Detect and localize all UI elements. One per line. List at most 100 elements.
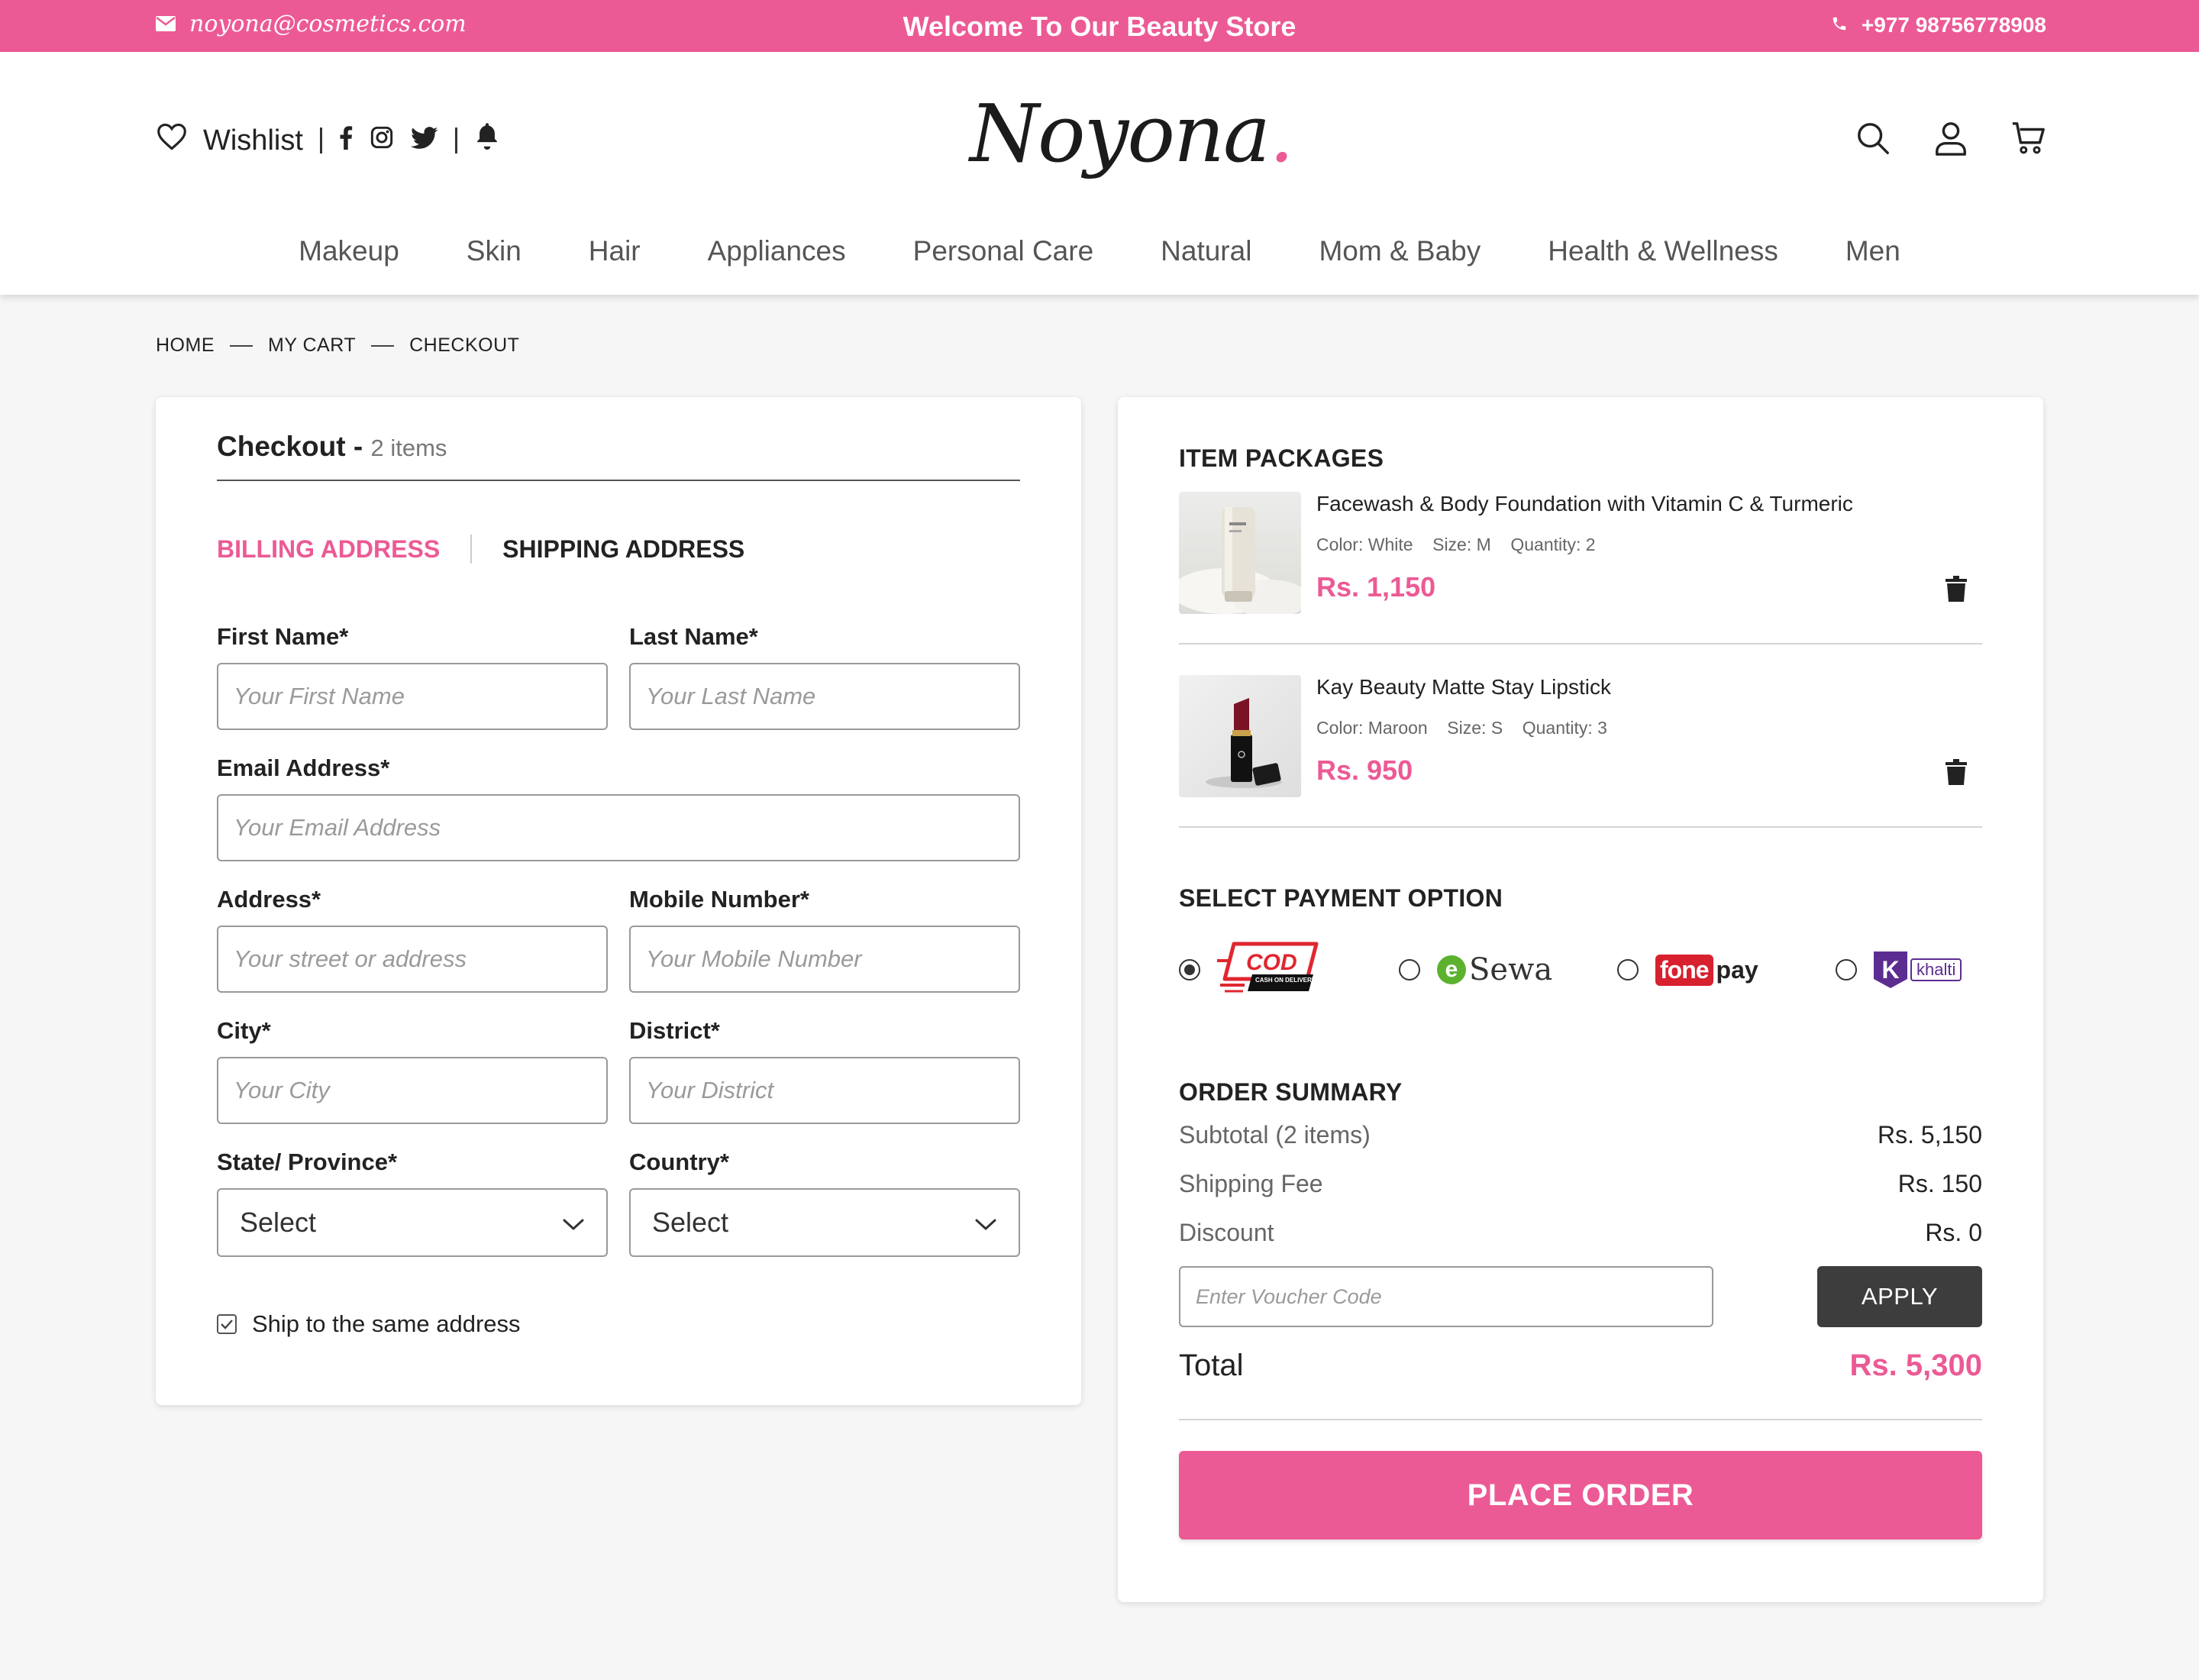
- subtotal-value: Rs. 5,150: [1878, 1121, 1982, 1149]
- heart-icon: [156, 122, 188, 159]
- radio-unselected[interactable]: [1836, 959, 1857, 981]
- nav-item-appliances[interactable]: Appliances: [708, 235, 846, 267]
- breadcrumb-my-cart[interactable]: MY CART: [268, 334, 356, 357]
- divider: [454, 128, 457, 153]
- cart-icon[interactable]: [2011, 121, 2046, 156]
- divider: [1179, 826, 1982, 828]
- esewa-logo: e Sewa: [1437, 952, 1552, 987]
- nav-item-natural[interactable]: Natural: [1161, 235, 1251, 267]
- last-name-input[interactable]: [629, 663, 1020, 730]
- breadcrumb-separator: [230, 344, 253, 347]
- product-meta: Color: Maroon Size: S Quantity: 3: [1316, 718, 1607, 738]
- product-size: Size: M: [1432, 535, 1491, 554]
- main-navigation: Makeup Skin Hair Appliances Personal Car…: [0, 235, 2199, 267]
- shipping-fee-label: Shipping Fee: [1179, 1170, 1323, 1197]
- email-input[interactable]: [217, 794, 1020, 861]
- site-header: Wishlist Noyona. Makeup Skin Hair Applia…: [0, 52, 2199, 295]
- package-item: Kay Beauty Matte Stay Lipstick Color: Ma…: [1179, 675, 1982, 828]
- district-input[interactable]: [629, 1057, 1020, 1124]
- address-input[interactable]: [217, 926, 608, 993]
- trash-icon[interactable]: [1946, 576, 1967, 602]
- state-province-label: State/ Province*: [217, 1149, 398, 1175]
- phone-icon: [1831, 13, 1848, 37]
- product-name[interactable]: Kay Beauty Matte Stay Lipstick: [1316, 675, 1611, 699]
- nav-item-mom-baby[interactable]: Mom & Baby: [1319, 235, 1481, 267]
- product-name[interactable]: Facewash & Body Foundation with Vitamin …: [1316, 492, 1853, 516]
- discount-label: Discount: [1179, 1219, 1274, 1246]
- chevron-down-icon: [562, 1207, 585, 1239]
- state-province-select[interactable]: Select: [217, 1188, 608, 1257]
- checkout-title: Checkout - 2 items: [217, 431, 447, 463]
- bell-icon[interactable]: [474, 122, 500, 159]
- brand-logo[interactable]: Noyona.: [970, 87, 1294, 180]
- ship-same-address-option[interactable]: Ship to the same address: [217, 1310, 521, 1338]
- city-input[interactable]: [217, 1057, 608, 1124]
- nav-item-hair[interactable]: Hair: [589, 235, 641, 267]
- district-label: District*: [629, 1017, 720, 1044]
- contact-email[interactable]: noyona@cosmetics.com: [156, 11, 467, 37]
- esewa-text: Sewa: [1469, 952, 1553, 987]
- city-label: City*: [217, 1017, 271, 1044]
- cod-logo: COD CASH ON DELIVERY: [1217, 941, 1324, 1000]
- product-price: Rs. 950: [1316, 754, 1413, 786]
- breadcrumb-home[interactable]: HOME: [156, 334, 215, 357]
- header-left-group: Wishlist: [156, 122, 500, 159]
- breadcrumb-separator: [371, 344, 395, 347]
- payment-option-esewa[interactable]: e Sewa: [1399, 939, 1552, 1000]
- nav-item-men[interactable]: Men: [1845, 235, 1900, 267]
- first-name-input[interactable]: [217, 663, 608, 730]
- nav-item-personal-care[interactable]: Personal Care: [913, 235, 1094, 267]
- ship-same-address-checkbox[interactable]: [217, 1314, 237, 1334]
- payment-option-cod[interactable]: COD CASH ON DELIVERY: [1179, 939, 1324, 1000]
- top-announcement-bar: noyona@cosmetics.com Welcome To Our Beau…: [0, 0, 2199, 52]
- address-tabs: BILLING ADDRESS SHIPPING ADDRESS: [217, 535, 744, 564]
- country-select[interactable]: Select: [629, 1188, 1020, 1257]
- address-label: Address*: [217, 886, 321, 913]
- fonepay-prefix: fone: [1655, 954, 1713, 986]
- cod-subtext: CASH ON DELIVERY: [1255, 977, 1316, 984]
- email-label: Email Address*: [217, 754, 390, 781]
- total-row: Total Rs. 5,300: [1179, 1349, 1982, 1383]
- payment-option-khalti[interactable]: K khalti: [1836, 939, 1962, 1000]
- voucher-code-input[interactable]: [1179, 1266, 1713, 1327]
- tab-shipping-address[interactable]: SHIPPING ADDRESS: [502, 535, 744, 564]
- order-summary-title: ORDER SUMMARY: [1179, 1078, 1403, 1106]
- search-icon[interactable]: [1855, 121, 1891, 156]
- facebook-icon[interactable]: [339, 124, 353, 157]
- product-image-lipstick[interactable]: [1179, 675, 1301, 797]
- product-size: Size: S: [1447, 718, 1503, 738]
- payment-option-fonepay[interactable]: fone pay: [1617, 939, 1758, 1000]
- radio-unselected[interactable]: [1617, 959, 1639, 981]
- trash-icon[interactable]: [1946, 759, 1967, 785]
- nav-item-skin[interactable]: Skin: [467, 235, 521, 267]
- user-icon[interactable]: [1933, 121, 1968, 156]
- contact-phone-text: +977 98756778908: [1861, 13, 2046, 37]
- tab-billing-address[interactable]: BILLING ADDRESS: [217, 535, 440, 564]
- contact-phone[interactable]: +977 98756778908: [1831, 13, 2046, 37]
- nav-item-makeup[interactable]: Makeup: [299, 235, 399, 267]
- divider: [1179, 1419, 1982, 1420]
- wishlist-link[interactable]: Wishlist: [156, 122, 303, 159]
- mail-icon: [156, 11, 176, 37]
- place-order-button[interactable]: PLACE ORDER: [1179, 1451, 1982, 1539]
- product-color: Color: Maroon: [1316, 718, 1428, 738]
- subtotal-row: Subtotal (2 items) Rs. 5,150: [1179, 1121, 1982, 1149]
- khalti-prefix: K: [1874, 951, 1907, 988]
- product-image-facewash[interactable]: [1179, 492, 1301, 614]
- tab-divider: [470, 535, 473, 564]
- radio-selected[interactable]: [1179, 959, 1200, 981]
- mobile-number-input[interactable]: [629, 926, 1020, 993]
- divider: [1179, 643, 1982, 645]
- header-actions: [1855, 121, 2046, 156]
- nav-item-health-wellness[interactable]: Health & Wellness: [1548, 235, 1778, 267]
- twitter-icon[interactable]: [410, 124, 438, 157]
- logo-text: Noyona: [970, 87, 1271, 180]
- logo-dot: .: [1268, 87, 1294, 180]
- instagram-icon[interactable]: [370, 124, 394, 157]
- title-underline: [217, 480, 1020, 481]
- mobile-number-label: Mobile Number*: [629, 886, 809, 913]
- breadcrumb: HOME MY CART CHECKOUT: [156, 334, 519, 357]
- fonepay-text: pay: [1716, 955, 1758, 984]
- radio-unselected[interactable]: [1399, 959, 1420, 981]
- apply-voucher-button[interactable]: APPLY: [1817, 1266, 1982, 1327]
